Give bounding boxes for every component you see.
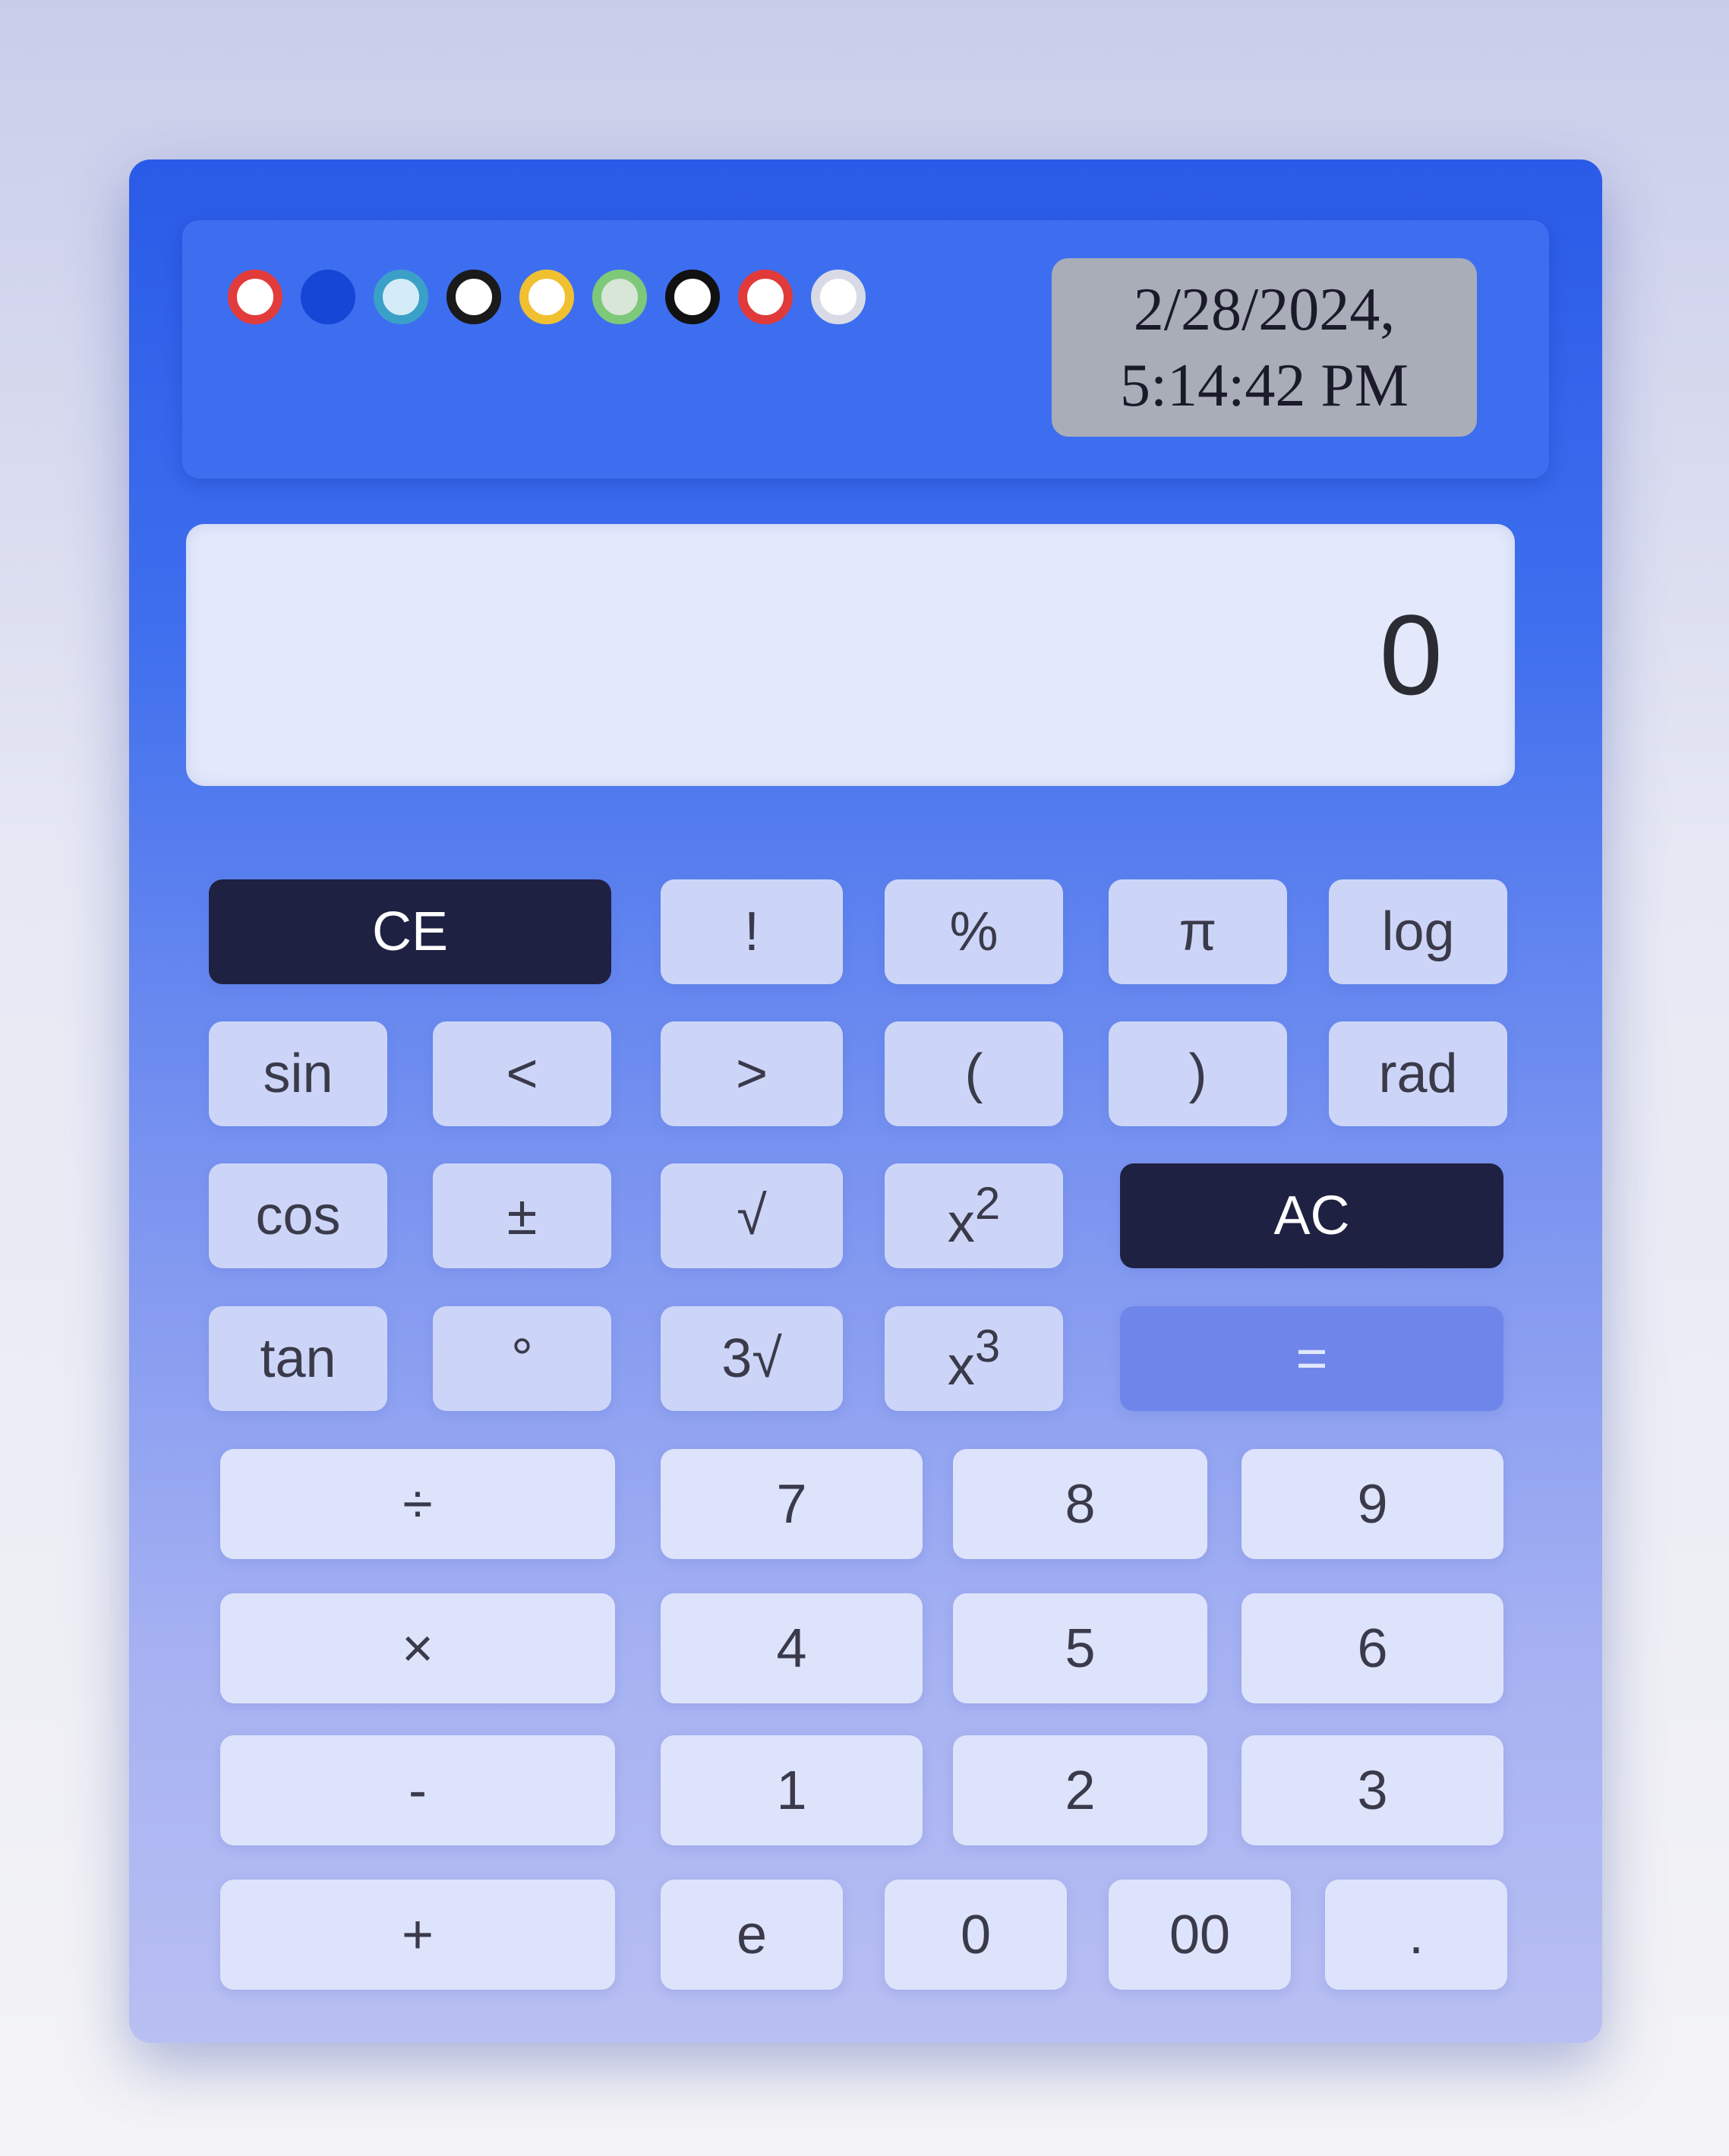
calculator-display: 0 [186,524,1515,786]
theme-grey-dot[interactable] [811,270,866,324]
square-exponent: 2 [974,1178,1001,1229]
cube-exponent: 3 [974,1321,1001,1372]
less-than-button[interactable]: < [433,1021,611,1126]
sin-button[interactable]: sin [209,1021,387,1126]
square-root-button[interactable]: √ [661,1163,843,1268]
theme-red-white-dot[interactable] [738,270,793,324]
pi-button[interactable]: π [1109,879,1287,984]
tan-button[interactable]: tan [209,1306,387,1411]
square-button[interactable]: x2 [885,1163,1063,1268]
percent-button[interactable]: % [885,879,1063,984]
log-button[interactable]: log [1329,879,1507,984]
degree-button[interactable]: ° [433,1306,611,1411]
decimal-point-button[interactable]: . [1325,1880,1507,1990]
calculator-window: 2/28/2024, 5:14:42 PM 0 CE ! % π log sin… [129,159,1602,2043]
theme-black-white-dot[interactable] [665,270,720,324]
theme-selector [228,270,866,324]
theme-yellow-dot[interactable] [519,270,574,324]
digit-0-button[interactable]: 0 [885,1880,1067,1990]
digit-6-button[interactable]: 6 [1242,1593,1503,1703]
open-paren-button[interactable]: ( [885,1021,1063,1126]
close-paren-button[interactable]: ) [1109,1021,1287,1126]
plus-minus-button[interactable]: ± [433,1163,611,1268]
digit-7-button[interactable]: 7 [661,1449,923,1559]
cube-button[interactable]: x3 [885,1306,1063,1411]
multiply-button[interactable]: × [220,1593,615,1703]
factorial-button[interactable]: ! [661,879,843,984]
greater-than-button[interactable]: > [661,1021,843,1126]
rad-button[interactable]: rad [1329,1021,1507,1126]
cube-root-button[interactable]: 3√ [661,1306,843,1411]
double-zero-button[interactable]: 00 [1109,1880,1291,1990]
clock-date: 2/28/2024, [1133,276,1396,343]
euler-button[interactable]: e [661,1880,843,1990]
digit-4-button[interactable]: 4 [661,1593,923,1703]
theme-black-dot[interactable] [446,270,501,324]
display-value: 0 [1379,591,1443,718]
theme-red-dot[interactable] [228,270,282,324]
theme-green-dot[interactable] [592,270,647,324]
cos-button[interactable]: cos [209,1163,387,1268]
clear-entry-button[interactable]: CE [209,879,611,984]
square-base: x [947,1193,975,1254]
clock: 2/28/2024, 5:14:42 PM [1052,258,1477,437]
digit-5-button[interactable]: 5 [953,1593,1207,1703]
digit-3-button[interactable]: 3 [1242,1735,1503,1845]
digit-9-button[interactable]: 9 [1242,1449,1503,1559]
all-clear-button[interactable]: AC [1120,1163,1503,1268]
minus-button[interactable]: - [220,1735,615,1845]
theme-blue-dot[interactable] [301,270,355,324]
clock-time: 5:14:42 PM [1119,352,1409,419]
equals-button[interactable]: = [1120,1306,1503,1411]
digit-1-button[interactable]: 1 [661,1735,923,1845]
cube-base: x [947,1336,975,1397]
divide-button[interactable]: ÷ [220,1449,615,1559]
digit-2-button[interactable]: 2 [953,1735,1207,1845]
theme-teal-dot[interactable] [374,270,428,324]
plus-button[interactable]: + [220,1880,615,1990]
top-bar: 2/28/2024, 5:14:42 PM [182,220,1549,478]
digit-8-button[interactable]: 8 [953,1449,1207,1559]
